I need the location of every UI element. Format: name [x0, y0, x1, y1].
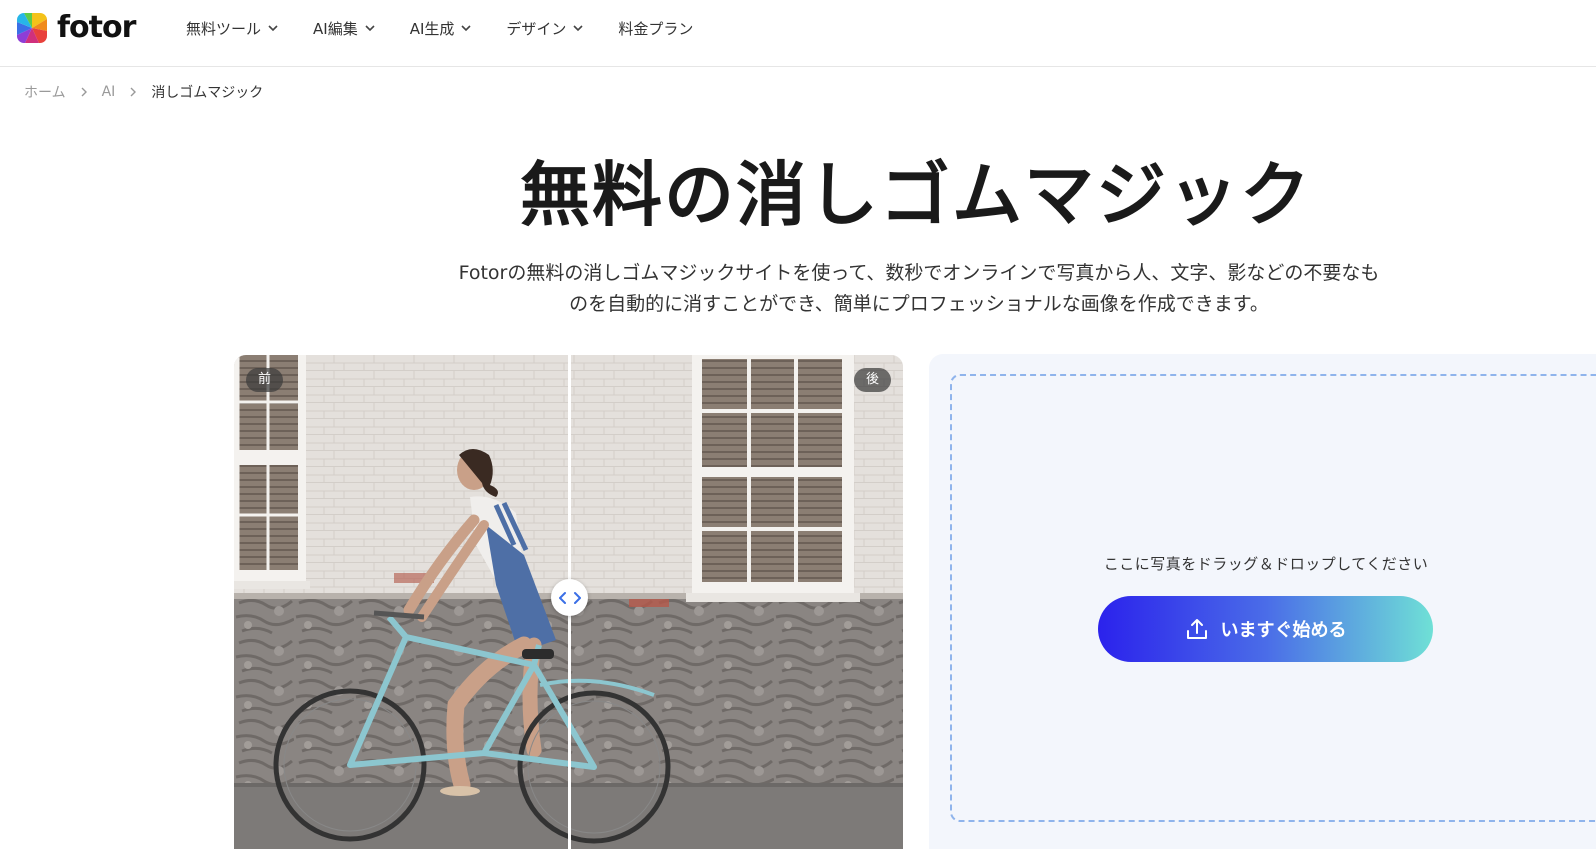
- description-line: のを自動的に消すことができ、簡単にプロフェッショナルな画像を作成できます。: [569, 293, 1269, 315]
- before-after-compare[interactable]: 前 後: [234, 355, 903, 849]
- fotor-logo[interactable]: fotor: [17, 10, 136, 45]
- nav-item-design[interactable]: デザイン: [506, 18, 584, 39]
- page-title: 無料の消しゴムマジック: [520, 154, 1312, 236]
- brand-name: fotor: [57, 10, 136, 45]
- site-header: fotor 無料ツール AI編集 AI生成 デザイン 料金プラン: [0, 0, 1596, 67]
- nav-item-label: AI生成: [409, 19, 455, 38]
- breadcrumb: ホーム AI 消しゴムマジック: [24, 82, 263, 102]
- chevron-down-icon: [365, 25, 375, 32]
- nav-item-label: AI編集: [313, 19, 358, 38]
- start-now-button[interactable]: いますぐ始める: [1098, 596, 1433, 662]
- nav-item-label: 無料ツール: [186, 19, 262, 38]
- start-now-label: いますぐ始める: [1220, 620, 1347, 641]
- chevron-down-icon: [268, 25, 278, 32]
- chevron-down-icon: [461, 25, 471, 32]
- dropzone-instructions: ここに写真をドラッグ＆ドロップしてください: [1103, 555, 1429, 573]
- compare-slider-handle[interactable]: [551, 579, 588, 616]
- upload-icon: [1186, 619, 1207, 639]
- nav-item-label: 料金プラン: [618, 19, 694, 38]
- chevron-down-icon: [573, 25, 583, 32]
- breadcrumb-ai[interactable]: AI: [102, 84, 116, 100]
- description-line: Fotorの無料の消しゴムマジックサイトを使って、数秒でオンラインで写真から人、…: [458, 262, 1380, 284]
- main-nav: 無料ツール AI編集 AI生成 デザイン 料金プラン: [186, 0, 727, 56]
- after-badge: 後: [853, 368, 891, 392]
- nav-item-label: デザイン: [506, 19, 567, 38]
- chevron-right-icon: [130, 87, 137, 97]
- page-description: Fotorの無料の消しゴムマジックサイトを使って、数秒でオンラインで写真から人、…: [394, 258, 1444, 320]
- nav-item-ai-edit[interactable]: AI編集: [313, 18, 376, 39]
- breadcrumb-current: 消しゴムマジック: [151, 85, 264, 101]
- nav-item-free-tools[interactable]: 無料ツール: [186, 18, 279, 39]
- nav-item-pricing[interactable]: 料金プラン: [618, 18, 693, 39]
- breadcrumb-home[interactable]: ホーム: [24, 82, 66, 102]
- chevron-right-icon: [81, 87, 87, 97]
- fotor-logo-icon: [17, 13, 47, 43]
- nav-item-ai-generate[interactable]: AI生成: [410, 18, 473, 39]
- arrows-horizontal-icon: [558, 591, 581, 604]
- before-badge: 前: [246, 368, 284, 392]
